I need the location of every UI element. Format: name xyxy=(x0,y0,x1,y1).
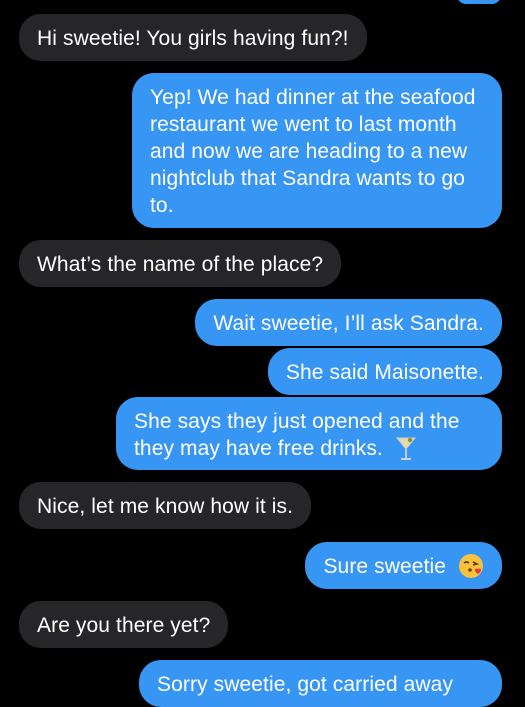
message-bubble-outgoing[interactable]: She said Maisonette. xyxy=(267,348,502,395)
previous-outgoing-bubble-edge xyxy=(457,0,501,4)
message-bubble-outgoing[interactable]: Yep! We had dinner at the seafood restau… xyxy=(132,73,502,228)
message-bubble-incoming[interactable]: Nice, let me know how it is. xyxy=(19,482,312,529)
message-text: Sure sweetie xyxy=(323,555,447,578)
message-thread: Hi sweetie! You girls having fun?! Yep! … xyxy=(0,0,525,707)
message-text: Yep! We had dinner at the seafood restau… xyxy=(150,86,476,217)
face-blowing-kiss-icon xyxy=(458,553,484,586)
message-bubble-incoming[interactable]: Are you there yet? xyxy=(19,601,229,648)
message-text: Wait sweetie, I’ll ask Sandra. xyxy=(213,312,484,335)
message-text: Sorry sweetie, got carried away xyxy=(157,673,454,696)
message-bubble-outgoing[interactable]: She says they just opened and the they m… xyxy=(116,397,502,470)
message-bubble-outgoing[interactable]: Sure sweetie xyxy=(305,542,502,589)
message-text: Hi sweetie! You girls having fun?! xyxy=(37,27,349,50)
cocktail-glass-icon xyxy=(395,435,417,468)
message-text: What’s the name of the place? xyxy=(37,253,324,276)
message-bubble-outgoing[interactable]: Wait sweetie, I’ll ask Sandra. xyxy=(195,299,502,346)
message-bubble-outgoing-partial[interactable]: Sorry sweetie, got carried away xyxy=(139,660,502,707)
message-bubble-incoming[interactable]: What’s the name of the place? xyxy=(19,240,342,287)
message-text: Nice, let me know how it is. xyxy=(37,495,294,518)
message-bubble-incoming[interactable]: Hi sweetie! You girls having fun?! xyxy=(19,14,367,61)
message-text: Are you there yet? xyxy=(37,614,211,637)
message-text: She said Maisonette. xyxy=(285,361,484,384)
